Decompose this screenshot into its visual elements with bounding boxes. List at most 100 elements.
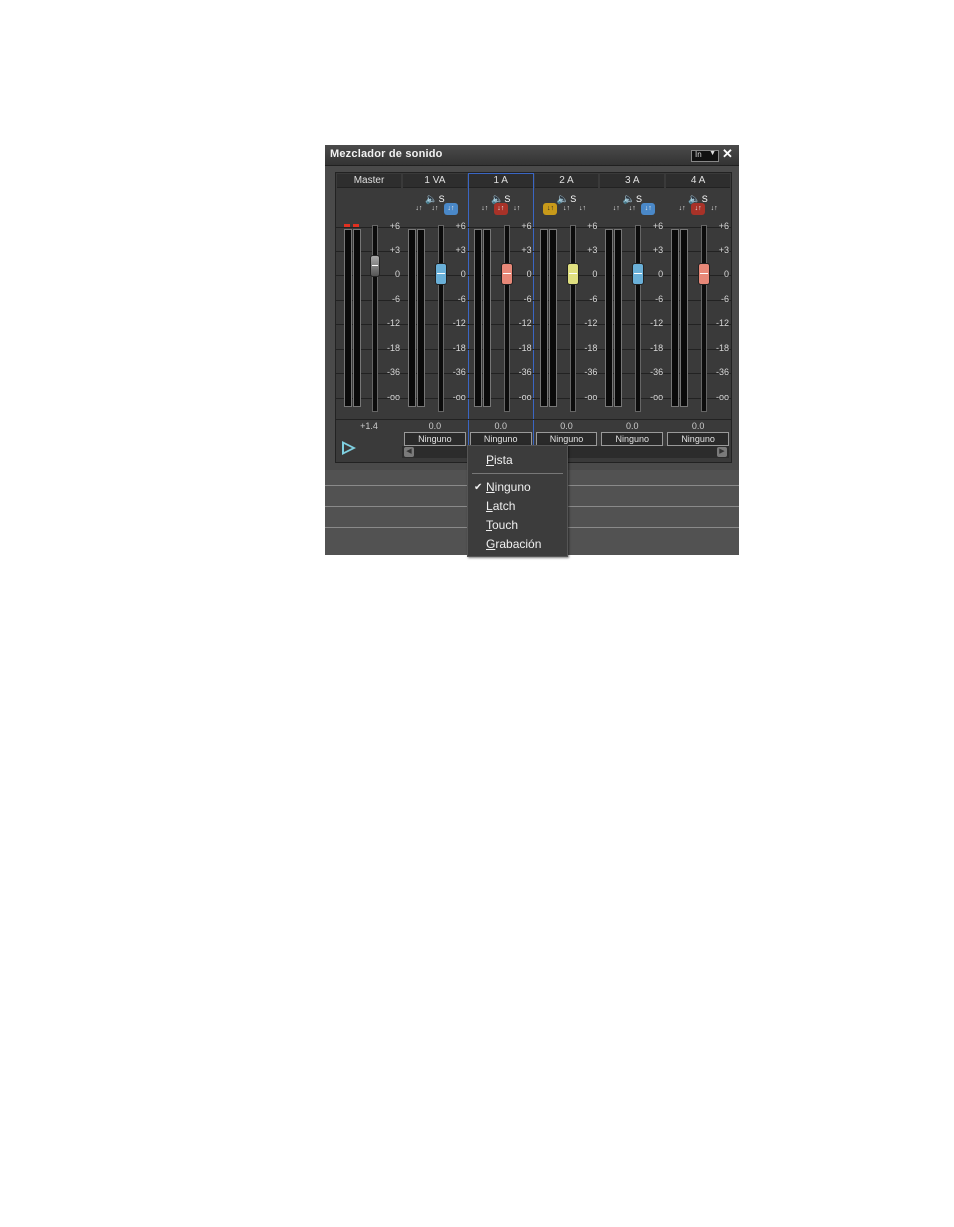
- title-dropdown-label: In: [695, 150, 702, 159]
- scale-tick-label: -36: [650, 367, 664, 377]
- scale-tick-label: -oo: [584, 392, 598, 402]
- automation-dropdown-menu: Pista ✔ Ninguno Latch Touch Grabación: [467, 445, 568, 557]
- close-icon[interactable]: ✕: [722, 147, 733, 161]
- channel-value: 0.0: [467, 419, 534, 432]
- master-fader-track[interactable]: [372, 225, 378, 412]
- scale-tick-label: -12: [386, 318, 400, 328]
- scale-tick-label: +6: [521, 221, 532, 231]
- scale-tick-label: -6: [523, 294, 532, 304]
- master-meter-right: [353, 229, 361, 407]
- channel-routing-row: ↓↑ ↓↑ ↓↑: [665, 203, 731, 216]
- fader-knob[interactable]: [435, 263, 447, 285]
- routing-button[interactable]: ↓↑: [691, 203, 706, 215]
- window-title: Mezclador de sonido: [330, 148, 443, 160]
- menu-item-ninguno[interactable]: Ninguno: [486, 480, 531, 494]
- fader-track[interactable]: [635, 225, 642, 412]
- scale-tick-label: +6: [652, 221, 664, 231]
- scale-tick-label: -6: [391, 294, 400, 304]
- scale-tick-label: -12: [584, 318, 598, 328]
- fader-knob[interactable]: [566, 263, 579, 285]
- routing-button[interactable]: ↓↑: [707, 203, 722, 215]
- routing-button[interactable]: ↓↑: [411, 203, 426, 215]
- automation-mode-button[interactable]: Ninguno: [469, 432, 532, 446]
- channel-label[interactable]: 4 A: [666, 174, 730, 188]
- scale-tick-label: 0: [460, 269, 466, 279]
- channel-routing-row: ↓↑ ↓↑ ↓↑: [599, 203, 665, 216]
- routing-button[interactable]: ↓↑: [575, 203, 590, 215]
- channel-label[interactable]: 1 VA: [403, 174, 467, 188]
- check-icon: ✔: [474, 482, 483, 493]
- title-bar[interactable]: Mezclador de sonido In ▼ ✕: [325, 145, 739, 166]
- scale-tick-label: -36: [386, 367, 400, 377]
- routing-button[interactable]: ↓↑: [443, 203, 458, 215]
- master-strip: Master +6 +3 0 -6 -12 -18 -36 -oo +1.4: [336, 173, 402, 462]
- automation-mode-button[interactable]: Ninguno: [535, 432, 598, 446]
- automation-mode-button[interactable]: Ninguno: [404, 432, 466, 446]
- scale-tick-label: -12: [650, 318, 664, 328]
- menu-item-pista[interactable]: Pista: [486, 453, 513, 467]
- scale-tick-label: -18: [452, 343, 466, 353]
- scale-tick-label: -6: [655, 294, 664, 304]
- routing-button[interactable]: ↓↑: [625, 203, 640, 215]
- scale-tick-label: +3: [389, 245, 400, 255]
- scroll-right-icon[interactable]: ▶: [717, 447, 727, 457]
- routing-button[interactable]: ↓↑: [509, 203, 524, 215]
- channel-strip: 4 A 🔈S ↓↑ ↓↑ ↓↑ +6 +3 0 -6 -12 -18 -36 -oo 0.0 Ninguno: [665, 173, 731, 462]
- menu-item-touch[interactable]: Touch: [486, 518, 518, 532]
- scale-tick-label: -36: [584, 367, 598, 377]
- scale-tick-label: -18: [386, 343, 400, 353]
- level-meter-right: [614, 229, 623, 407]
- routing-button[interactable]: ↓↑: [609, 203, 624, 215]
- scale-tick-label: +3: [587, 245, 598, 255]
- scale-tick-label: -36: [518, 367, 532, 377]
- scale-tick-label: 0: [723, 269, 729, 279]
- menu-separator: [472, 473, 563, 474]
- level-meter-right: [548, 229, 557, 407]
- scale-tick-label: +6: [587, 221, 598, 231]
- routing-button[interactable]: ↓↑: [675, 203, 690, 215]
- routing-button[interactable]: ↓↑: [543, 203, 558, 215]
- channel-mute-solo-row: 🔈S: [534, 189, 600, 205]
- level-meter-left: [473, 229, 482, 407]
- routing-button[interactable]: ↓↑: [559, 203, 574, 215]
- master-value: +1.4: [336, 419, 402, 432]
- channel-label[interactable]: 3 A: [600, 174, 665, 188]
- mixer-panel: Master +6 +3 0 -6 -12 -18 -36 -oo +1.4 1 VA 🔈S ↓↑…: [335, 172, 732, 463]
- title-dropdown[interactable]: In ▼: [691, 150, 719, 162]
- scale-tick-label: -18: [650, 343, 664, 353]
- scroll-left-icon[interactable]: ◀: [404, 447, 414, 457]
- routing-button[interactable]: ↓↑: [493, 203, 508, 215]
- scale-tick-label: -36: [715, 367, 729, 377]
- scale-tick-label: -oo: [650, 392, 664, 402]
- fader-track[interactable]: [503, 225, 510, 412]
- routing-button[interactable]: ↓↑: [641, 203, 656, 215]
- level-meter-right: [680, 229, 689, 407]
- play-icon[interactable]: [342, 441, 356, 455]
- menu-item-latch[interactable]: Latch: [486, 499, 515, 513]
- level-meter-left: [408, 229, 416, 407]
- scale-tick-label: -oo: [452, 392, 466, 402]
- scale-tick-label: +3: [718, 245, 729, 255]
- fader-track[interactable]: [438, 225, 444, 412]
- channel-label[interactable]: 1 A: [468, 174, 533, 188]
- menu-item-grabacion[interactable]: Grabación: [486, 537, 541, 551]
- channel-strip: 2 A 🔈S ↓↑ ↓↑ ↓↑ +6 +3 0 -6 -12 -18 -36 -oo 0.0 Ninguno: [533, 173, 600, 462]
- fader-track[interactable]: [569, 225, 576, 412]
- scale-tick-label: -36: [452, 367, 466, 377]
- fader-track[interactable]: [701, 225, 708, 412]
- master-fader-knob[interactable]: [370, 255, 380, 277]
- channel-value: 0.0: [533, 419, 600, 432]
- fader-knob[interactable]: [698, 263, 711, 285]
- fader-knob[interactable]: [500, 263, 513, 285]
- scale-tick-label: 0: [658, 269, 664, 279]
- level-meter-right: [482, 229, 491, 407]
- routing-button[interactable]: ↓↑: [427, 203, 442, 215]
- automation-mode-button[interactable]: Ninguno: [667, 432, 729, 446]
- channel-mute-solo-row: 🔈S: [599, 189, 665, 205]
- level-meter-left: [605, 229, 614, 407]
- fader-knob[interactable]: [632, 263, 645, 285]
- channel-label[interactable]: 2 A: [534, 174, 599, 188]
- automation-mode-button[interactable]: Ninguno: [601, 432, 664, 446]
- channel-strip: 1 A 🔈S ↓↑ ↓↑ ↓↑ +6 +3 0 -6 -12 -18 -36 -oo 0.0 Ninguno: [467, 173, 534, 462]
- routing-button[interactable]: ↓↑: [477, 203, 492, 215]
